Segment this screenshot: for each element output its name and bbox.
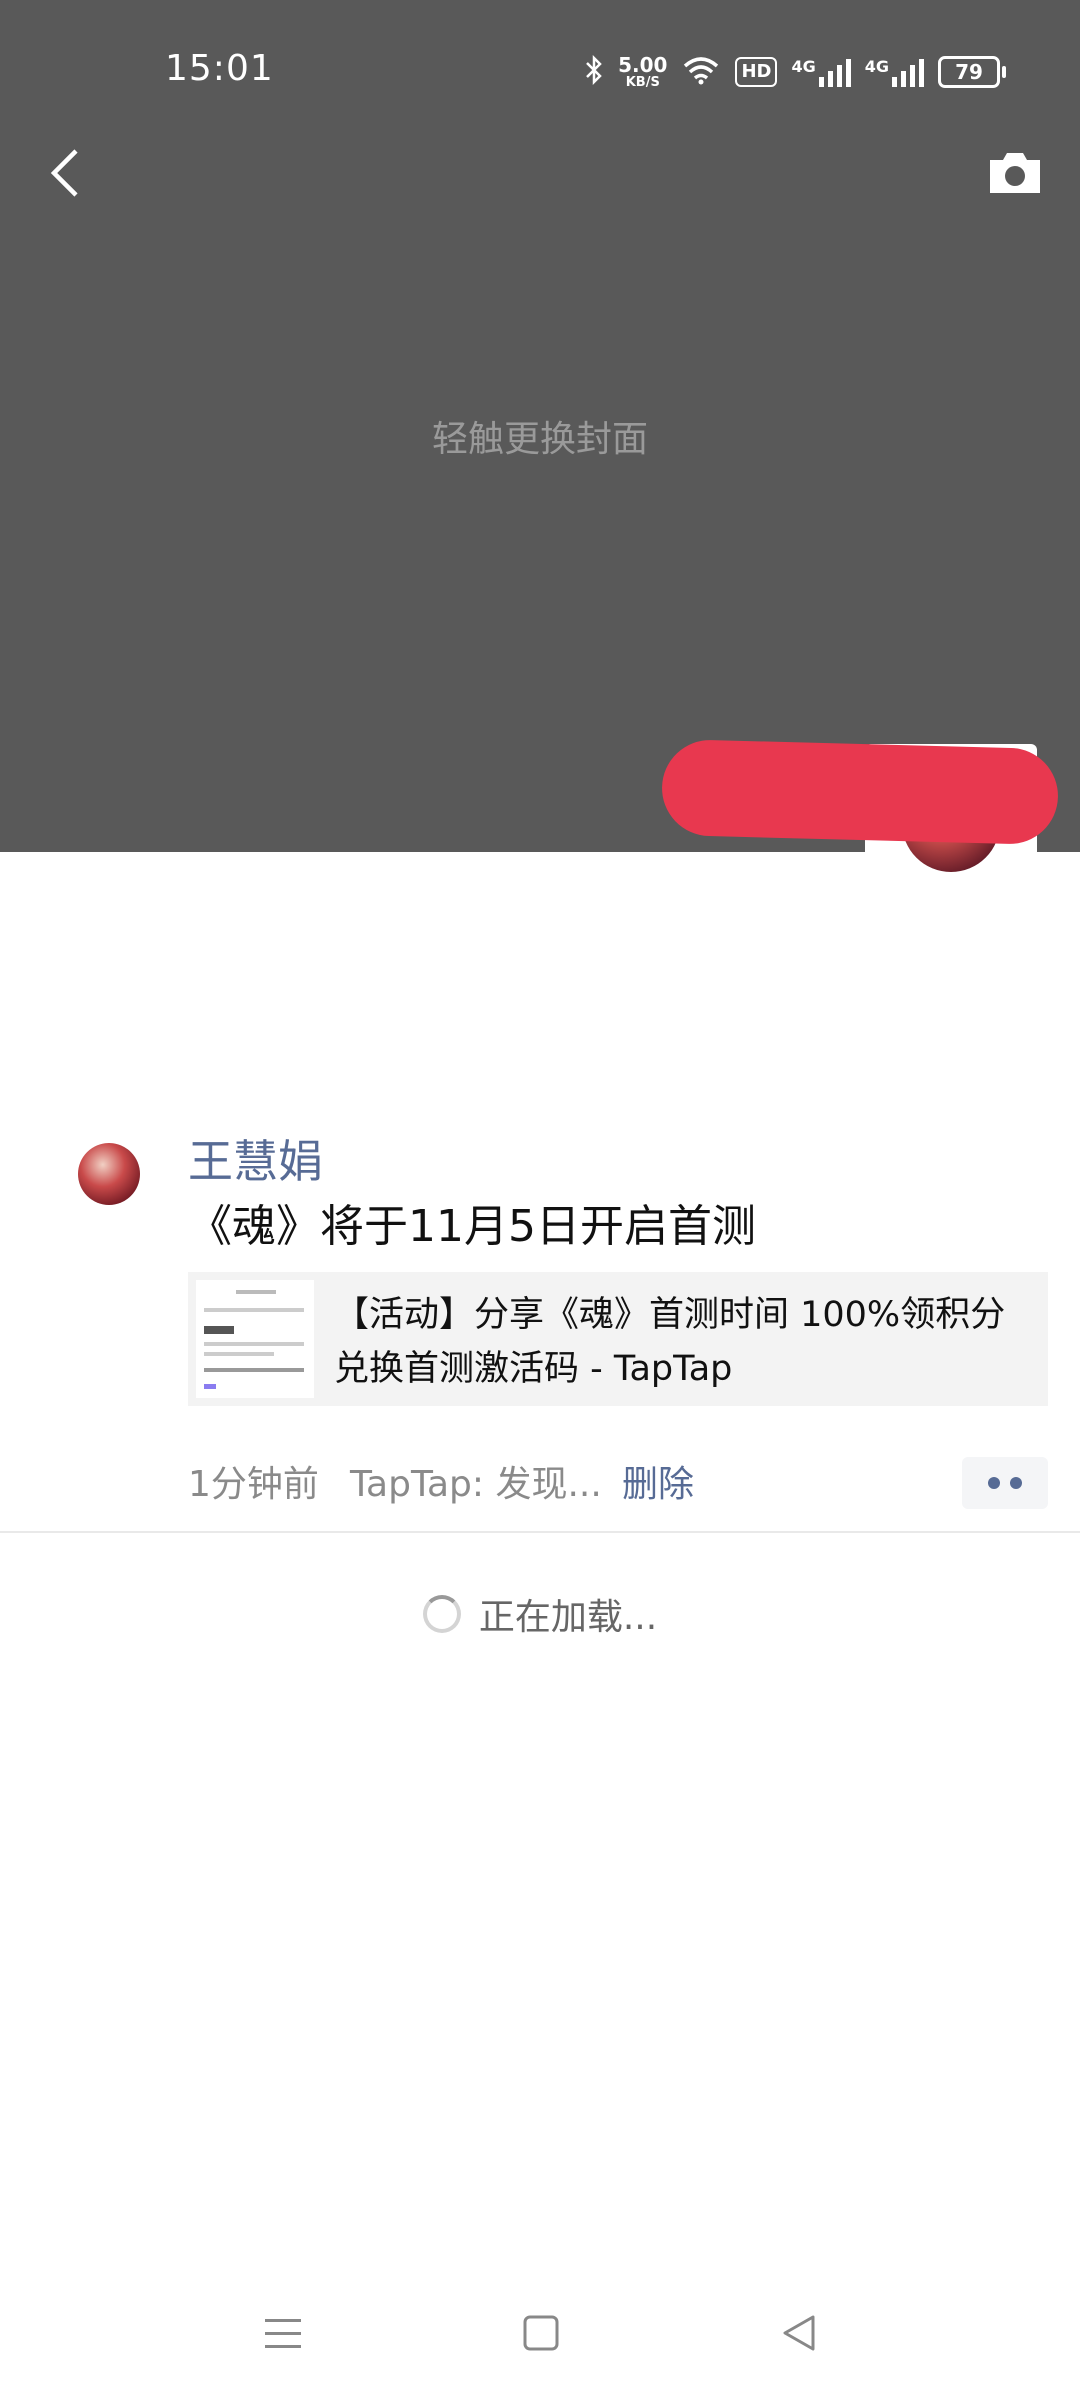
post-time: 1分钟前 [188, 1464, 319, 1505]
system-nav-bar [0, 2290, 1080, 2380]
menu-button[interactable] [258, 2310, 308, 2360]
back-button[interactable] [30, 140, 100, 210]
link-title: 【活动】分享《魂》首测时间 100%领积分兑换首测激活码 - TapTap [334, 1295, 1006, 1389]
signal-icon-2: 4G [865, 57, 924, 87]
post-text: 《魂》将于11月5日开启首测 [188, 1201, 756, 1252]
link-thumbnail [196, 1280, 314, 1398]
square-icon [521, 2313, 561, 2357]
hd-badge: HD [735, 57, 778, 87]
wifi-icon [681, 55, 721, 89]
status-icons: 5.00 KB/S HD 4G 4G 79 [584, 48, 1006, 96]
post-source[interactable]: TapTap: 发现... [350, 1455, 602, 1507]
home-button[interactable] [516, 2310, 566, 2360]
network-speed: 5.00 KB/S [618, 54, 667, 90]
menu-icon [263, 2313, 303, 2357]
post-author[interactable]: 王慧娟 [188, 1125, 323, 1190]
system-back-button[interactable] [774, 2310, 824, 2360]
camera-icon [986, 150, 1044, 200]
signal-1-label: 4G [791, 57, 816, 76]
avatar[interactable] [78, 1143, 140, 1205]
status-bar: 15:01 5.00 KB/S HD 4G 4G 79 [0, 0, 1080, 140]
more-dot-icon [988, 1477, 1000, 1489]
more-actions-button[interactable] [962, 1457, 1048, 1509]
more-dot-icon [1010, 1477, 1022, 1489]
cover-change-hint: 轻触更换封面 [431, 419, 648, 460]
status-time: 15:01 [165, 48, 274, 89]
signal-2-label: 4G [864, 57, 889, 76]
divider [0, 1531, 1080, 1533]
delete-button[interactable]: 删除 [622, 1455, 694, 1507]
triangle-left-icon [779, 2313, 819, 2357]
loading-text: 正在加载... [478, 1597, 658, 1638]
camera-button[interactable] [980, 140, 1050, 210]
bluetooth-icon [584, 54, 604, 89]
spinner-icon [422, 1595, 461, 1633]
signal-icon-1: 4G [791, 57, 851, 87]
redaction-mark [660, 738, 1060, 846]
battery-indicator: 79 [938, 56, 1006, 88]
chevron-left-icon [48, 147, 82, 203]
network-speed-unit: KB/S [625, 75, 660, 90]
loading-indicator: 正在加载... [0, 1588, 1080, 1640]
network-speed-value: 5.00 [618, 53, 668, 77]
shared-link-card[interactable]: 【活动】分享《魂》首测时间 100%领积分兑换首测激活码 - TapTap [188, 1272, 1048, 1406]
